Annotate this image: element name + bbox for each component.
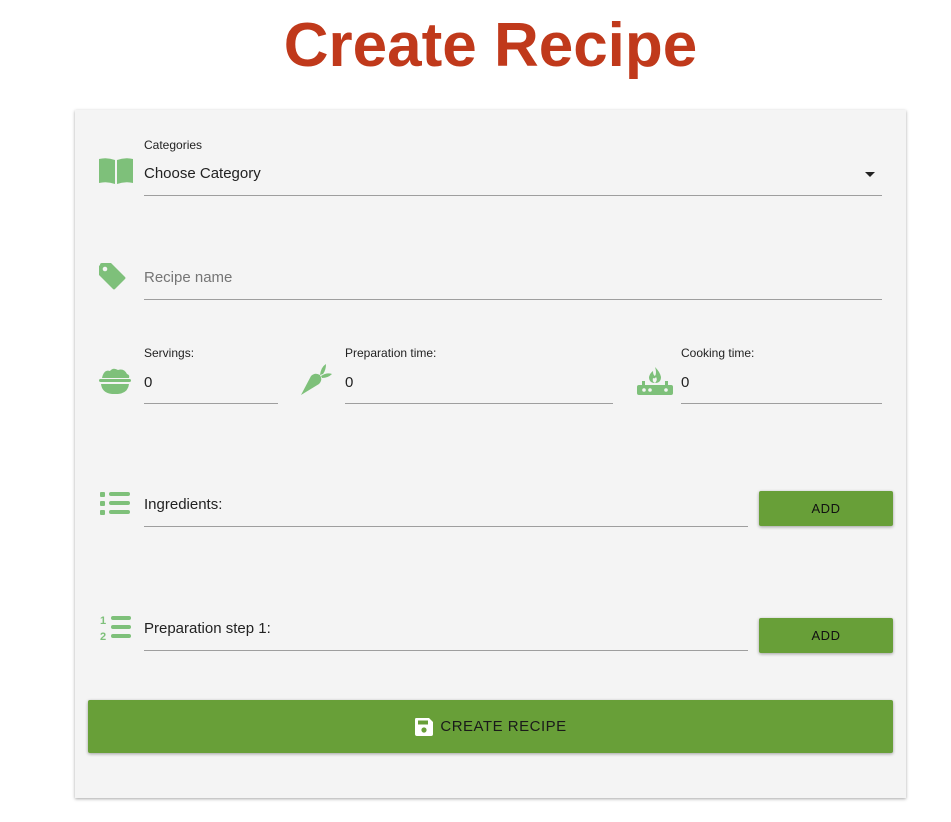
add-ingredient-button[interactable]: ADD — [759, 491, 893, 526]
category-underline — [144, 195, 882, 196]
prep-time-label: Preparation time: — [345, 346, 437, 360]
prep-time-input[interactable] — [345, 371, 613, 393]
categories-label: Categories — [144, 138, 203, 152]
prep-step-underline — [144, 650, 748, 651]
recipe-name-input[interactable] — [144, 265, 882, 289]
prep-time-underline — [345, 403, 613, 404]
category-selected-value: Choose Category — [144, 165, 261, 182]
create-recipe-label: CREATE RECIPE — [440, 718, 567, 735]
category-select[interactable]: Choose Category — [144, 160, 882, 196]
recipe-name-underline — [144, 299, 882, 300]
add-step-button[interactable]: ADD — [759, 618, 893, 653]
list-icon — [99, 490, 131, 518]
stove-icon — [635, 364, 675, 396]
tag-icon — [98, 262, 126, 290]
save-icon — [414, 717, 434, 737]
prep-step-input[interactable] — [144, 618, 744, 648]
numbered-list-icon: 1 2 — [100, 613, 132, 643]
servings-label: Servings: — [144, 346, 195, 360]
cook-time-underline — [681, 403, 882, 404]
recipe-form-card: Categories Choose Category Servings: Pre… — [75, 110, 906, 798]
cook-time-input[interactable] — [681, 371, 881, 393]
bowl-icon — [98, 366, 132, 396]
carrot-icon — [299, 363, 333, 397]
ingredients-underline — [144, 526, 748, 527]
svg-text:1: 1 — [100, 615, 106, 627]
book-icon — [98, 157, 134, 185]
cook-time-label: Cooking time: — [681, 346, 755, 360]
svg-text:2: 2 — [100, 631, 106, 643]
servings-input[interactable] — [144, 371, 277, 393]
page-title: Create Recipe — [283, 11, 698, 80]
ingredients-input[interactable] — [144, 494, 744, 524]
chevron-down-icon — [865, 172, 875, 177]
create-recipe-button[interactable]: CREATE RECIPE — [88, 700, 893, 753]
servings-underline — [144, 403, 278, 404]
